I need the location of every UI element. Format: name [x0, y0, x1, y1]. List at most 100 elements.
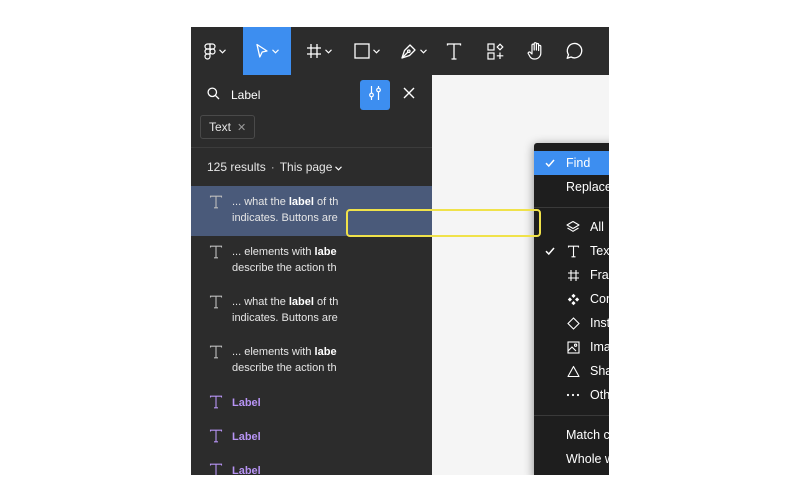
menu-item-match-case[interactable]: Match case — [534, 423, 609, 447]
menu-divider — [534, 415, 609, 416]
snippet-match: labe — [314, 246, 337, 258]
result-snippet: ... what the label of th indicates. Butto… — [232, 294, 432, 326]
triangle-shape-icon — [566, 364, 580, 378]
text-layer-icon — [209, 345, 223, 359]
comment-icon — [565, 42, 583, 60]
scope-dropdown[interactable]: This page — [280, 160, 343, 174]
menu-item-type-instance[interactable]: Instance — [534, 311, 609, 335]
menu-item-type-other[interactable]: Other — [534, 383, 609, 407]
resources-icon — [486, 42, 504, 60]
text-layer-icon — [209, 429, 223, 443]
find-panel: Text ✕ 125 results · This page ... what … — [191, 75, 432, 475]
text-type-icon — [566, 244, 580, 258]
toolbar — [191, 27, 609, 75]
snippet-match: label — [288, 296, 314, 308]
search-input[interactable] — [231, 87, 351, 103]
instance-diamond-icon — [566, 316, 580, 330]
menu-divider — [534, 207, 609, 208]
snippet-line-2: describe the action th — [232, 362, 337, 374]
text-layer-icon — [209, 195, 223, 209]
main-menu-button[interactable] — [195, 27, 235, 75]
frame-hash-icon — [306, 43, 322, 59]
menu-item-find[interactable]: Find — [534, 151, 609, 175]
scope-label: This page — [279, 160, 333, 174]
result-item[interactable]: ... what the label of th indicates. Butto… — [191, 286, 432, 336]
results-count: 125 results — [207, 160, 266, 174]
snippet-prefix: ... what the — [232, 296, 289, 308]
text-layer-icon — [209, 395, 223, 409]
menu-item-whole-words[interactable]: Whole words — [534, 447, 609, 471]
menu-item-label: Shape — [590, 364, 609, 378]
snippet-line-2: indicates. Buttons are — [232, 212, 338, 224]
menu-item-label: Match case — [566, 428, 609, 442]
snippet-line-2: describe the action th — [232, 262, 337, 274]
menu-item-type-frame-group[interactable]: Frame / Group — [534, 263, 609, 287]
divider — [191, 147, 432, 148]
result-item[interactable]: ... elements with labe describe the actio… — [191, 336, 432, 386]
result-snippet: ... what the label of th indicates. Butto… — [232, 194, 432, 226]
menu-item-type-shape[interactable]: Shape — [534, 359, 609, 383]
comment-tool-button[interactable] — [559, 27, 589, 75]
chevron-down-icon — [335, 160, 343, 174]
menu-item-label: Text — [590, 244, 609, 258]
app-window: Text ✕ 125 results · This page ... what … — [191, 27, 609, 475]
snippet-prefix: ... elements with — [232, 346, 315, 358]
result-snippet: ... elements with labe describe the actio… — [232, 344, 432, 376]
search-row — [191, 75, 432, 115]
menu-item-label: Find — [566, 156, 591, 170]
chevron-down-icon — [272, 48, 279, 54]
figma-logo-icon — [204, 42, 216, 60]
menu-item-label: All — [590, 220, 604, 234]
resources-button[interactable] — [480, 27, 510, 75]
filter-chip-text[interactable]: Text ✕ — [200, 115, 256, 139]
close-icon — [403, 86, 415, 104]
result-item[interactable]: ... elements with labe describe the actio… — [191, 236, 432, 286]
chevron-down-icon — [373, 48, 380, 54]
frame-hash-icon — [566, 268, 580, 282]
chevron-down-icon — [419, 48, 427, 54]
chevron-down-icon — [219, 48, 226, 54]
close-search-button[interactable] — [395, 81, 423, 109]
menu-item-type-all[interactable]: All125 — [534, 215, 609, 239]
menu-item-type-component[interactable]: Component — [534, 287, 609, 311]
menu-item-label: Instance — [590, 316, 609, 330]
result-item[interactable]: Label — [191, 386, 432, 420]
sliders-icon — [368, 85, 382, 106]
pen-tool-button[interactable] — [393, 27, 433, 75]
filter-options-button[interactable] — [360, 80, 390, 110]
hand-tool-button[interactable] — [520, 27, 550, 75]
snippet-prefix: ... elements with — [232, 246, 315, 258]
results-summary: 125 results · This page — [207, 159, 343, 175]
search-icon — [207, 87, 220, 105]
menu-item-label: Other — [590, 388, 609, 402]
snippet-suffix: of th — [313, 196, 339, 208]
result-item[interactable]: ... what the label of th indicates. Butto… — [191, 186, 432, 236]
menu-item-label: Replace — [566, 180, 609, 194]
snippet-match: labe — [314, 346, 337, 358]
result-layer-name: Label — [232, 397, 261, 409]
hand-icon — [527, 42, 544, 60]
results-separator: · — [270, 160, 275, 174]
snippet-prefix: ... what the — [232, 196, 289, 208]
text-layer-icon — [209, 245, 223, 259]
check-icon — [544, 157, 556, 169]
snippet-match: label — [288, 196, 314, 208]
text-layer-icon — [209, 463, 223, 475]
menu-item-type-text[interactable]: Text125 — [534, 239, 609, 263]
menu-item-type-image[interactable]: Image — [534, 335, 609, 359]
shape-tool-button[interactable] — [347, 27, 387, 75]
find-options-menu: Find Replace All125Text125 Frame / Group C… — [534, 143, 609, 475]
frame-tool-button[interactable] — [299, 27, 339, 75]
result-item[interactable]: Label — [191, 454, 432, 475]
remove-filter-icon[interactable]: ✕ — [237, 121, 246, 134]
menu-item-replace[interactable]: Replace — [534, 175, 609, 199]
text-tool-button[interactable] — [439, 27, 469, 75]
chevron-down-icon — [325, 48, 332, 54]
move-arrow-icon — [255, 43, 269, 59]
result-layer-name: Label — [232, 431, 261, 443]
move-tool-button[interactable] — [243, 27, 291, 75]
result-item[interactable]: Label — [191, 420, 432, 454]
check-icon — [544, 245, 556, 257]
pen-icon — [400, 43, 417, 60]
text-icon — [446, 42, 462, 60]
